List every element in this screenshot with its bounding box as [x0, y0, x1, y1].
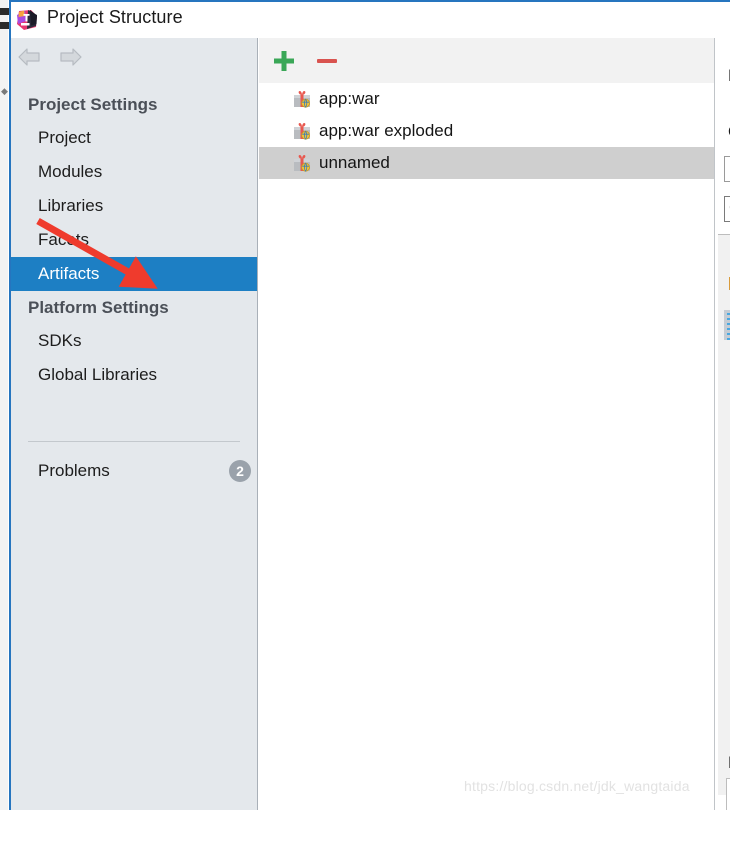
background-ide-strip: ◆: [0, 0, 8, 810]
arrow-left-icon[interactable]: [17, 46, 43, 68]
artifact-label: app:war exploded: [319, 121, 453, 141]
artifact-label: app:war: [319, 89, 379, 109]
sidebar-item-project[interactable]: Project: [11, 121, 257, 155]
output-directory-input[interactable]: [724, 156, 730, 182]
background-toolbar-bar: [0, 8, 9, 15]
settings-nav-list: Project Settings Project Modules Librari…: [11, 88, 257, 392]
title-bar: Project Structure: [11, 2, 730, 38]
group-label-platform-settings: Platform Settings: [11, 291, 257, 324]
project-structure-window: ◆ Project Structure: [0, 0, 730, 810]
sidebar-item-problems[interactable]: Problems 2: [11, 454, 257, 488]
sidebar-item-global-libraries[interactable]: Global Libraries: [11, 358, 257, 392]
artifact-details-panel: N O C M: [716, 38, 730, 810]
artifacts-list: app:war app:war exploded: [259, 83, 714, 179]
background-toolbar-bar-2: [0, 22, 9, 29]
navigation-arrows: [11, 38, 257, 76]
sidebar-item-facets[interactable]: Facets: [11, 223, 257, 257]
group-label-project-settings: Project Settings: [11, 88, 257, 121]
dialog-window: Project Structure Project Settings Proje…: [9, 0, 730, 810]
problems-count-badge: 2: [229, 460, 251, 482]
window-title: Project Structure: [47, 7, 183, 28]
background-marker-icon: ◆: [1, 88, 7, 94]
artifact-label: unnamed: [319, 153, 390, 173]
sidebar-item-libraries[interactable]: Libraries: [11, 189, 257, 223]
artifacts-panel: app:war app:war exploded: [259, 38, 715, 810]
intellij-idea-logo: [16, 9, 38, 31]
manifest-panel: [726, 778, 730, 810]
watermark-text: https://blog.csdn.net/jdk_wangtaida: [464, 778, 690, 794]
sidebar-item-modules[interactable]: Modules: [11, 155, 257, 189]
archive-icon: [724, 310, 730, 340]
artifact-war-icon: [293, 122, 311, 140]
artifacts-toolbar: [259, 38, 714, 83]
plus-icon[interactable]: [271, 48, 297, 74]
artifact-row-unnamed[interactable]: unnamed: [259, 147, 714, 179]
artifact-row-app-war-exploded[interactable]: app:war exploded: [259, 115, 714, 147]
sidebar-item-artifacts[interactable]: Artifacts: [11, 257, 257, 291]
minus-icon[interactable]: [314, 48, 340, 74]
sidebar-divider: [28, 441, 240, 442]
artifact-war-icon: [293, 154, 311, 172]
sidebar-item-sdks[interactable]: SDKs: [11, 324, 257, 358]
arrow-right-icon[interactable]: [57, 46, 83, 68]
artifact-row-app-war[interactable]: app:war: [259, 83, 714, 115]
problems-label: Problems: [38, 454, 110, 488]
settings-sidebar: Project Settings Project Modules Librari…: [11, 38, 258, 810]
artifact-war-icon: [293, 90, 311, 108]
